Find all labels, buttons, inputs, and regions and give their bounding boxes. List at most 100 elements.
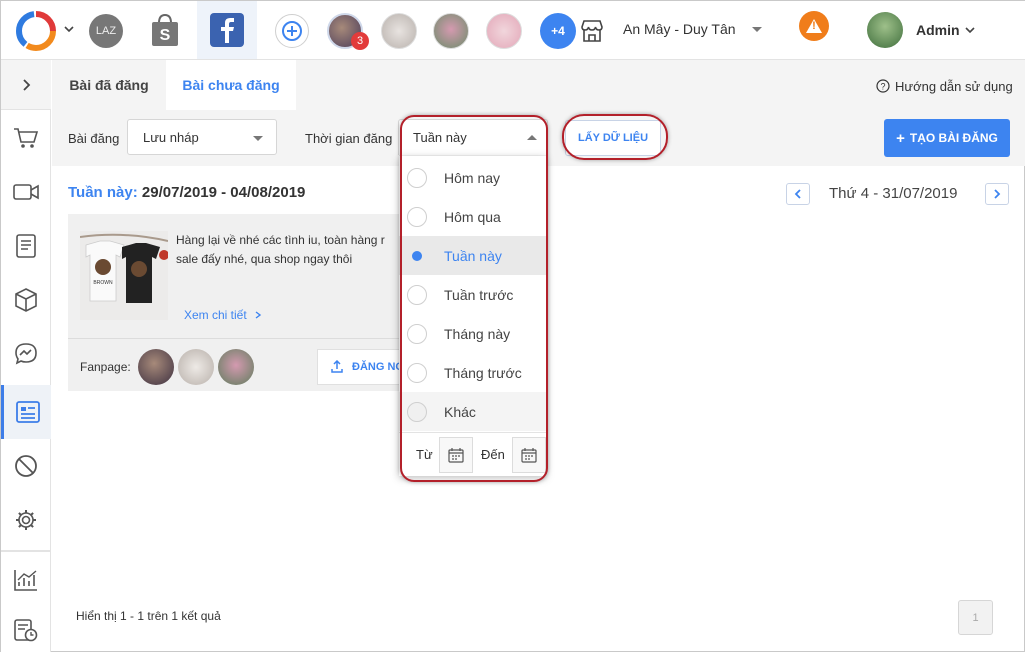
post-now-button[interactable]: ĐĂNG NG [317, 349, 408, 385]
next-day-button[interactable] [985, 183, 1009, 205]
sidebar-item-schedule[interactable] [1, 607, 51, 652]
help-icon: ? [876, 79, 890, 93]
to-date-button[interactable] [512, 437, 546, 473]
ban-icon [15, 455, 37, 477]
time-range-caret-icon [527, 135, 537, 140]
chevron-right-icon [994, 189, 1001, 199]
calendar-clock-icon [14, 619, 38, 642]
shopee-channel[interactable]: S [149, 12, 181, 48]
svg-text:?: ? [880, 82, 885, 92]
sidebar [1, 60, 51, 652]
time-option-last-month[interactable]: Tháng trước [399, 353, 546, 392]
view-detail-label: Xem chi tiết [184, 308, 247, 322]
user-menu-chevron-icon[interactable] [964, 24, 976, 36]
messenger-icon [15, 343, 37, 365]
avatar[interactable] [867, 12, 903, 48]
post-now-label: ĐĂNG NG [352, 361, 404, 373]
create-post-button[interactable]: + TẠO BÀI ĐĂNG [884, 119, 1010, 157]
chart-icon [14, 570, 37, 591]
plus-icon [282, 21, 302, 41]
time-range-select[interactable]: Tuần này [398, 119, 548, 155]
fetch-data-button[interactable]: LẤY DỮ LIỆU [565, 120, 661, 156]
document-icon [16, 234, 36, 258]
store-icon [579, 19, 605, 43]
sidebar-toggle[interactable] [1, 60, 51, 110]
post-image[interactable]: BROWN [80, 231, 168, 320]
sidebar-item-reports[interactable] [1, 553, 51, 607]
sidebar-item-posts[interactable] [1, 385, 51, 439]
from-date-button[interactable] [439, 437, 473, 473]
fanpage-label: Fanpage: [80, 360, 131, 374]
store-dropdown-caret-icon[interactable] [752, 27, 762, 32]
warning-symbol: ! [812, 20, 816, 32]
tab-unpublished[interactable]: Bài chưa đăng [166, 60, 296, 110]
sidebar-item-documents[interactable] [1, 219, 51, 273]
sidebar-item-video[interactable] [1, 165, 51, 219]
fetch-data-label: LẤY DỮ LIỆU [577, 132, 649, 144]
time-option-this-week[interactable]: Tuần này [399, 236, 546, 275]
radio-icon [407, 284, 427, 305]
lazada-channel[interactable]: LAZ [89, 14, 123, 48]
post-status-select[interactable]: Lưu nháp [127, 119, 277, 155]
help-label: Hướng dẫn sử dụng [895, 78, 1013, 94]
page-avatar-2[interactable] [381, 13, 417, 49]
radio-icon [407, 362, 427, 383]
time-option-label: Khác [444, 403, 476, 420]
radio-icon [407, 323, 427, 344]
date-range-prefix: Tuần này: [68, 184, 138, 201]
page-avatar-4[interactable] [486, 13, 522, 49]
store-selector[interactable]: An Mây - Duy Tân [623, 21, 768, 41]
time-option-yesterday[interactable]: Hôm qua [399, 197, 546, 236]
cart-icon [14, 128, 39, 148]
facebook-channel[interactable] [197, 1, 257, 59]
sidebar-item-products[interactable] [1, 273, 51, 327]
sidebar-item-orders[interactable] [1, 111, 51, 165]
from-label: Từ [416, 447, 433, 462]
time-option-other[interactable]: Khác [399, 392, 546, 431]
add-page-button[interactable] [275, 14, 309, 48]
notification-badge: 3 [351, 32, 369, 50]
app-switcher-chevron-icon[interactable] [63, 23, 75, 35]
facebook-icon [210, 13, 244, 47]
fanpage-avatar-1[interactable] [138, 349, 174, 385]
time-option-this-month[interactable]: Tháng này [399, 314, 546, 353]
calendar-icon [521, 448, 537, 463]
time-option-label: Tuần trước [444, 286, 514, 303]
time-range-value: Tuần này [413, 130, 467, 145]
page-avatar-3[interactable] [433, 13, 469, 49]
post-list-icon [15, 401, 40, 423]
current-day-label: Thứ 4 - 31/07/2019 [829, 185, 958, 202]
sidebar-item-messages[interactable] [1, 327, 51, 381]
notification-count: 3 [356, 35, 364, 47]
user-name: Admin [916, 22, 960, 38]
fanpage-avatar-3[interactable] [218, 349, 254, 385]
pagination-page-1[interactable]: 1 [958, 600, 993, 635]
time-option-label: Hôm nay [444, 169, 501, 186]
calendar-icon [448, 448, 464, 463]
sidebar-item-settings[interactable] [1, 493, 51, 547]
lazada-label: LAZ [95, 25, 117, 37]
radio-icon [407, 401, 427, 422]
date-range-dates: 29/07/2019 - 04/08/2019 [141, 184, 306, 201]
radio-selected-icon [407, 246, 427, 266]
warning-icon[interactable]: ! [799, 11, 829, 41]
time-option-last-week[interactable]: Tuần trước [399, 275, 546, 314]
shopping-bag-icon: S [152, 13, 178, 46]
previous-day-button[interactable] [786, 183, 810, 205]
more-pages-button[interactable]: +4 [540, 13, 576, 49]
app-logo[interactable] [15, 11, 57, 51]
help-link[interactable]: ? Hướng dẫn sử dụng [876, 77, 1025, 95]
tab-published[interactable]: Bài đã đăng [52, 60, 166, 110]
time-option-today[interactable]: Hôm nay [399, 158, 546, 197]
sidebar-divider [1, 550, 51, 552]
fanpage-avatar-2[interactable] [178, 349, 214, 385]
sidebar-item-blocked[interactable] [1, 439, 51, 493]
tab-unpublished-label: Bài chưa đăng [182, 77, 280, 93]
gear-icon [16, 510, 36, 530]
post-text-line-2: sale đấy nhé, qua shop ngay thôi [176, 252, 353, 266]
view-detail-link[interactable]: Xem chi tiết [184, 308, 263, 322]
post-status-caret-icon [253, 136, 263, 141]
post-card: BROWN Hàng lại về nhé các tình iu, toàn … [68, 214, 408, 391]
time-option-label: Tháng trước [444, 364, 522, 381]
post-status-value: Lưu nháp [143, 130, 199, 145]
